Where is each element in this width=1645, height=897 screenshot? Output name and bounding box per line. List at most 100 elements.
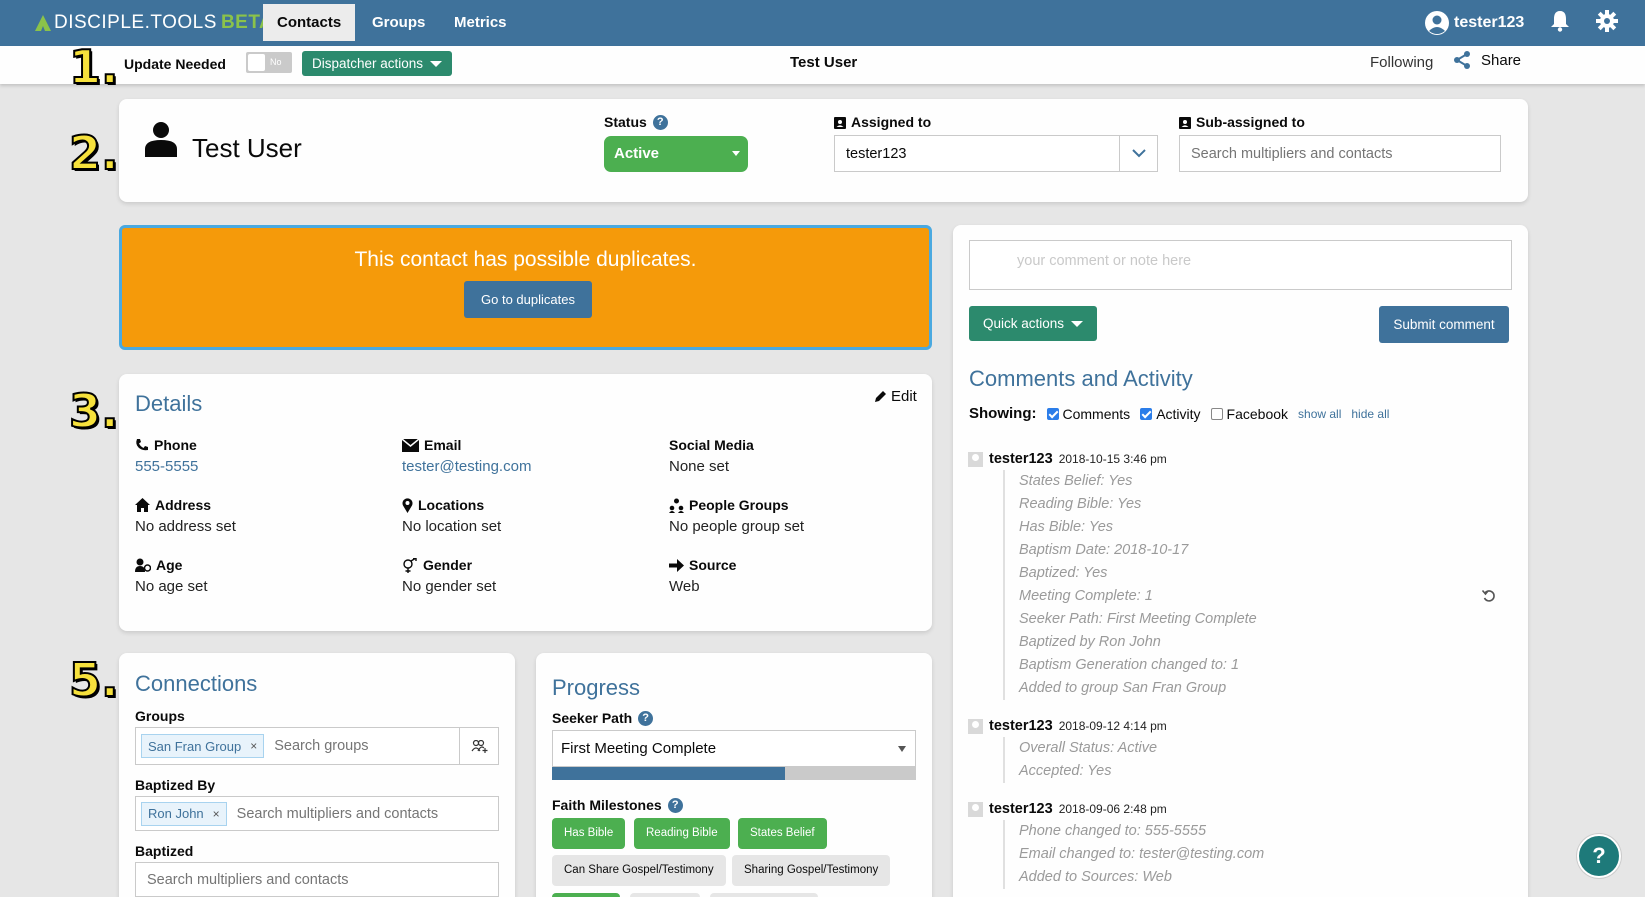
comments-activity-title: Comments and Activity [969,366,1193,391]
filter-activity[interactable]: Activity [1140,406,1201,422]
details-edit-button[interactable]: Edit [874,388,917,405]
activity-item: Added to Sources: Web [1019,869,1172,885]
annotation-3: 3. [68,384,120,438]
milestone-sharing-gospel[interactable]: Sharing Gospel/Testimony [732,855,891,886]
milestone-more[interactable] [710,893,818,897]
activity-time: 2018-09-06 2:48 pm [1058,802,1167,816]
checkbox-checked-icon [1046,407,1059,420]
phone-value[interactable]: 555-5555 [135,458,198,475]
quick-actions-button[interactable]: Quick actions [969,306,1098,341]
milestone-can-share-gospel[interactable]: Can Share Gospel/Testimony [552,855,726,886]
share-label: Share [1481,51,1522,69]
showing-label: Showing: [969,405,1037,422]
group-chip: San Fran Group × [141,734,265,758]
activity-user: tester123 [989,801,1053,817]
gender-icon [403,557,417,573]
update-needed-toggle[interactable]: No [246,52,292,73]
caret-down-icon [898,746,906,752]
help-icon[interactable]: ? [667,797,683,813]
status-select[interactable]: Active [604,136,748,172]
detail-label: Address [155,497,212,513]
connections-title: Connections [135,671,258,696]
activity-time: 2018-10-15 3:46 pm [1058,452,1167,466]
show-all-link[interactable]: show all [1298,407,1341,421]
undo-icon[interactable] [1482,589,1496,603]
logo-icon [35,15,51,31]
help-icon[interactable]: ? [638,710,654,726]
locations-value: No location set [402,518,502,535]
help-icon[interactable]: ? [652,114,668,130]
baptized-by-placeholder: Search multipliers and contacts [236,805,439,822]
map-pin-icon [402,497,413,513]
assigned-to-value: tester123 [846,145,907,162]
activity-list: Overall Status: Active Accepted: Yes [1003,737,1157,783]
edit-label: Edit [891,388,917,405]
share-button[interactable]: Share [1453,51,1521,69]
annotation-1: 1. [68,40,120,94]
baptized-by-typeahead[interactable]: Ron John × Search multipliers and contac… [135,796,499,831]
following-button[interactable]: Following [1370,54,1433,71]
filter-facebook[interactable]: Facebook [1210,406,1288,422]
baptized-placeholder: Search multipliers and contacts [147,871,349,888]
hide-all-link[interactable]: hide all [1351,407,1389,421]
detail-label: Email [424,437,462,453]
assigned-dropdown-button[interactable] [1119,136,1157,171]
user-menu[interactable]: tester123 [1425,10,1524,36]
checkbox-checked-icon [1140,407,1153,420]
caret-down-icon [430,60,443,67]
person-icon [145,122,177,157]
groups-typeahead[interactable]: San Fran Group × Search groups [135,727,499,765]
dispatcher-actions-button[interactable]: Dispatcher actions [302,51,453,76]
milestone-has-bible[interactable]: Has Bible [552,818,626,849]
nav-tab-groups[interactable]: Groups [358,4,439,41]
add-group-button[interactable] [459,728,498,764]
milestone-more[interactable] [630,893,700,897]
activity-item: Added to group San Fran Group [1019,680,1227,696]
gender-value: No gender set [402,578,497,595]
settings-gear-icon[interactable] [1596,10,1618,32]
people-group-icon [669,498,684,513]
social-media-value: None set [669,458,730,475]
status-label: Status [604,114,647,130]
group-chip-label: San Fran Group [148,738,242,754]
remove-chip-icon[interactable]: × [250,739,257,753]
comment-input[interactable]: your comment or note here [969,240,1512,290]
filter-label: Comments [1062,405,1131,422]
go-to-duplicates-button[interactable]: Go to duplicates [464,281,592,318]
status-value: Active [614,145,660,162]
toggle-text: No [270,57,282,67]
activity-item: Overall Status: Active [1019,740,1158,756]
submit-comment-button[interactable]: Submit comment [1379,306,1509,343]
help-fab-button[interactable]: ? [1577,834,1621,878]
home-icon [135,498,150,512]
activity-item: Seeker Path: First Meeting Complete [1019,611,1257,627]
arrow-right-icon [669,558,684,572]
remove-chip-icon[interactable]: × [213,807,220,821]
detail-gender: Gender No gender set [402,556,496,595]
notifications-bell-icon[interactable] [1550,10,1570,32]
activity-time: 2018-09-12 4:14 pm [1058,719,1167,733]
subassigned-input[interactable]: Search multipliers and contacts [1179,135,1501,172]
detail-source: Source Web [669,556,736,595]
pencil-icon [875,391,886,402]
milestone-more[interactable] [552,893,620,897]
seeker-path-select[interactable]: First Meeting Complete [552,730,916,767]
app-logo[interactable]: DISCIPLE.TOOLS BETA [34,10,273,36]
subassigned-label: Sub-assigned to [1196,114,1305,130]
top-navbar: DISCIPLE.TOOLS BETA Contacts Groups Metr… [0,0,1645,46]
age-icon [135,558,151,572]
nav-tab-contacts[interactable]: Contacts [263,4,356,41]
milestone-states-belief[interactable]: States Belief [738,818,827,849]
contact-title: Test User [790,54,858,71]
detail-label: Gender [423,557,473,573]
assigned-to-input[interactable]: tester123 [834,135,1158,172]
detail-people-groups: People Groups No people group set [669,496,804,535]
email-value[interactable]: tester@testing.com [402,458,531,475]
baptized-typeahead[interactable]: Search multipliers and contacts [135,862,499,897]
subassigned-badge-icon [1179,116,1191,129]
nav-tab-metrics[interactable]: Metrics [440,4,521,41]
filter-comments[interactable]: Comments [1046,405,1131,422]
milestone-reading-bible[interactable]: Reading Bible [634,818,730,849]
detail-label: Age [156,557,183,573]
faith-milestones-label: Faith Milestones [552,797,662,813]
